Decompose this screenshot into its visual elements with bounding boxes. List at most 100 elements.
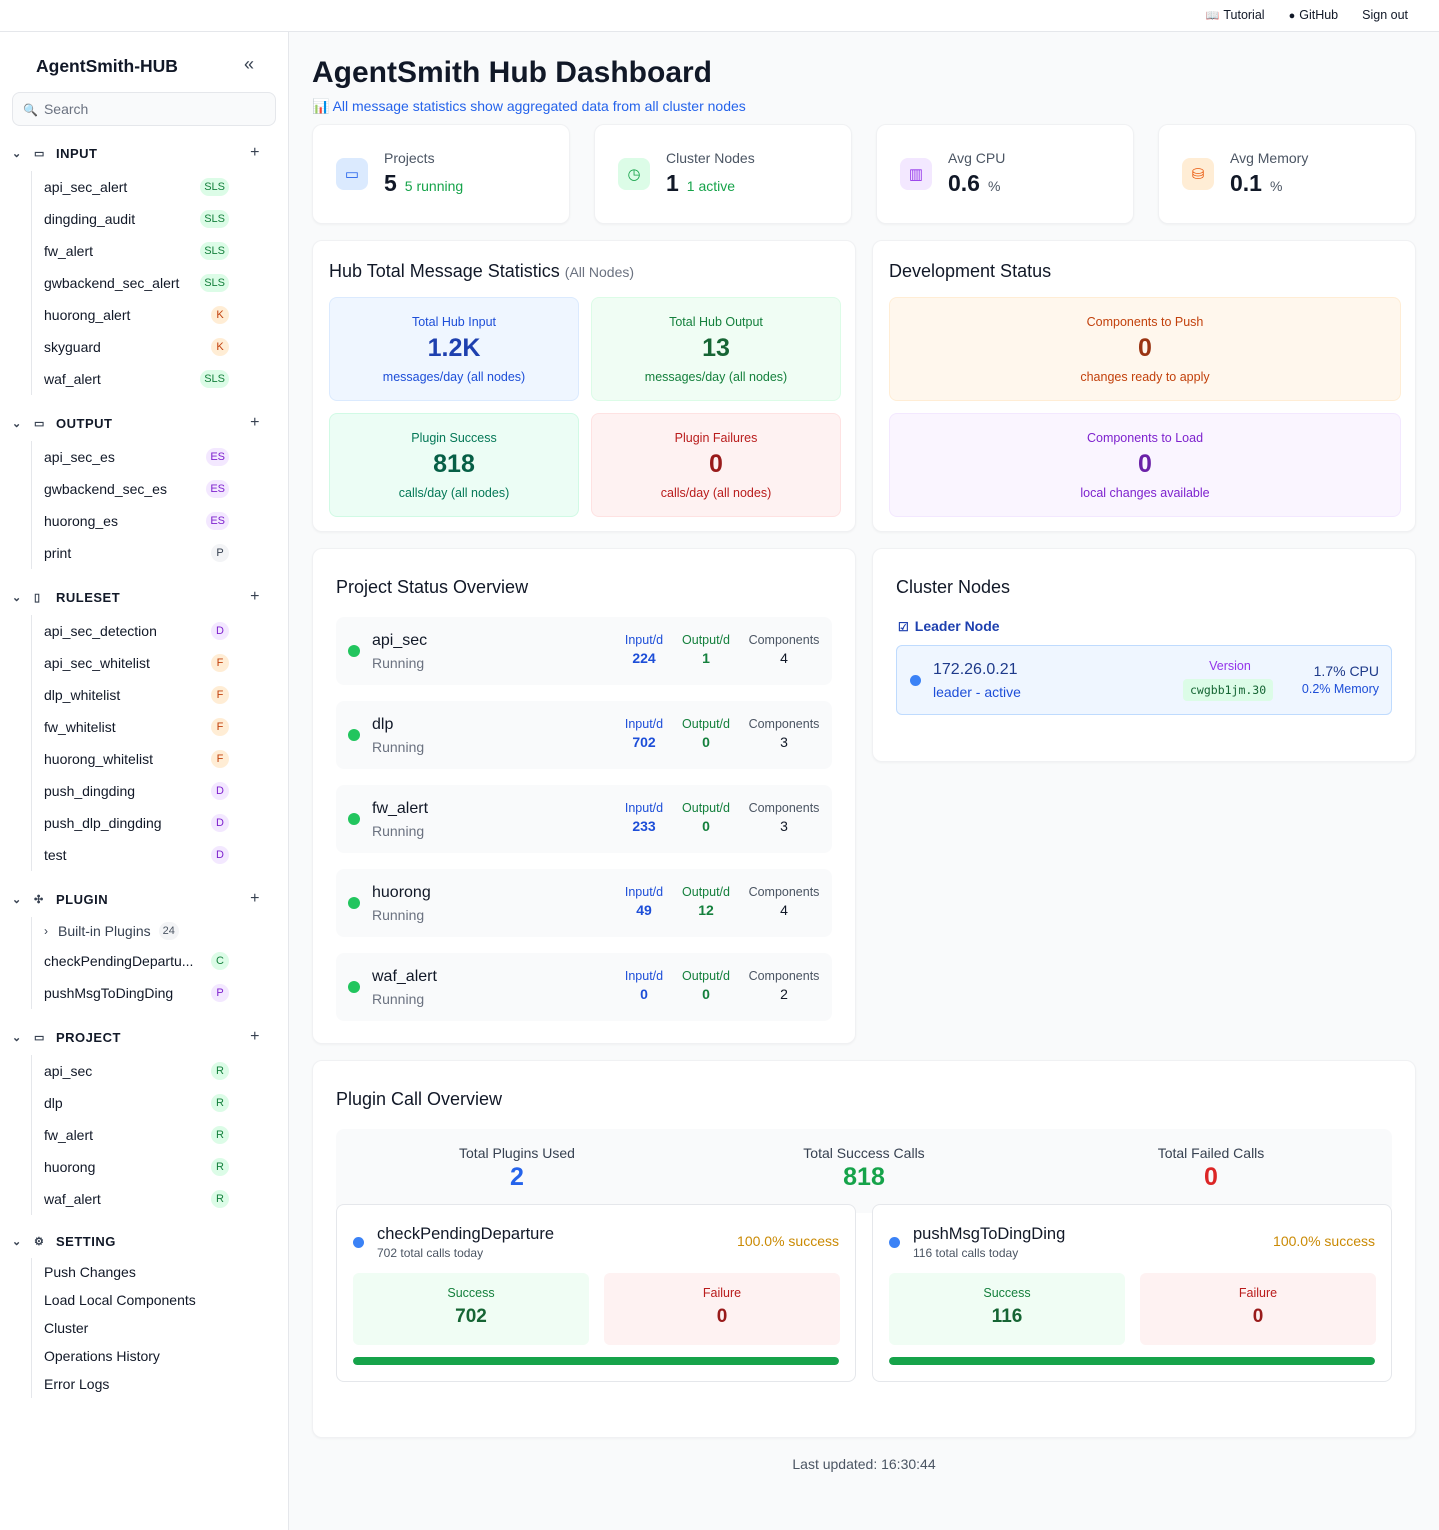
item-label: skyguard [44,339,101,355]
col-label: Components [748,969,820,983]
project-name: huorong [372,884,431,901]
type-badge: SLS [200,274,229,292]
github-link[interactable]: ● GitHub [1289,8,1339,22]
section-header-ruleset[interactable]: ⌄ ▯ RULESET + [12,585,278,609]
section-input: ⌄ ▭ INPUT + api_sec_alert SLS dingding_au… [12,141,278,395]
sidebar-item-output[interactable]: gwbackend_sec_es ES [32,473,278,505]
tile-label: Components to Push [1086,315,1204,329]
add-plugin-button[interactable]: + [250,890,260,908]
sidebar-item-input[interactable]: huorong_alert K [32,299,278,331]
add-ruleset-button[interactable]: + [250,588,260,606]
plugin-stat-card[interactable]: pushMsgToDingDing 116 total calls today 10… [872,1204,1392,1382]
sidebar-item-ruleset[interactable]: push_dingding D [32,775,278,807]
project-name: dlp [372,716,394,733]
section-header-project[interactable]: ⌄ ▭ PROJECT + [12,1025,278,1049]
sidebar-item-push-changes[interactable]: Push Changes [32,1258,278,1286]
col-value: 2 [780,986,788,1002]
sidebar-item-project[interactable]: dlp R [32,1087,278,1119]
sidebar-item-output[interactable]: print P [32,537,278,569]
col-label: Output/d [682,801,730,815]
leader-node-row[interactable]: 172.26.0.21 leader - active Version cwgb… [896,645,1392,715]
add-project-button[interactable]: + [250,1028,260,1046]
section-header-plugin[interactable]: ⌄ ✣ PLUGIN + [12,887,278,911]
sidebar-item-ruleset[interactable]: api_sec_detection D [32,615,278,647]
sidebar-item-ruleset[interactable]: test D [32,839,278,871]
sidebar-item-project[interactable]: waf_alert R [32,1183,278,1215]
plugin-total-calls: 116 total calls today [913,1246,1018,1260]
node-memory: 0.2% Memory [1301,682,1379,696]
sidebar-item-project[interactable]: fw_alert R [32,1119,278,1151]
sidebar-item-output[interactable]: api_sec_es ES [32,441,278,473]
sidebar-item-output[interactable]: huorong_es ES [32,505,278,537]
section-title: OUTPUT [56,415,113,431]
sidebar-item-project[interactable]: huorong R [32,1151,278,1183]
bar-chart-icon: ▥ [900,158,932,190]
tutorial-link[interactable]: 📖 Tutorial [1206,8,1265,22]
stat-number: 5 [384,170,397,196]
sidebar-item-load-local[interactable]: Load Local Components [32,1286,278,1314]
sidebar-item-input[interactable]: api_sec_alert SLS [32,171,278,203]
col-value: 0 [702,734,710,750]
clock-icon: ◷ [618,158,650,190]
project-row[interactable]: waf_alert Running Input/d 0 Output/d 0 Compone… [336,953,832,1021]
tile-value: 818 [433,450,475,478]
output-per-day: Output/d 0 [666,717,746,750]
project-row[interactable]: dlp Running Input/d 702 Output/d 0 Components 3 [336,701,832,769]
section-ruleset: ⌄ ▯ RULESET + api_sec_detection D api_sec… [12,585,278,871]
project-row[interactable]: api_sec Running Input/d 224 Output/d 1 Compone… [336,617,832,685]
failure-value: 0 [716,1306,728,1327]
plugin-name: pushMsgToDingDing [913,1225,1066,1243]
components-count: Components 3 [744,801,824,834]
col-value: 0 [702,986,710,1002]
summary-value: 818 [843,1163,885,1191]
tile-label: Total Hub Input [411,315,497,329]
project-row[interactable]: fw_alert Running Input/d 233 Output/d 0 Compon… [336,785,832,853]
tile-components-to-load[interactable]: Components to Load 0 local changes avail… [889,413,1401,517]
type-badge: SLS [200,370,229,388]
stat-value: 1 1 active [666,170,735,197]
sidebar-item-input[interactable]: fw_alert SLS [32,235,278,267]
item-label: huorong_whitelist [44,751,153,767]
sidebar-item-plugin[interactable]: pushMsgToDingDing P [32,977,278,1009]
sidebar-item-error-logs[interactable]: Error Logs [32,1370,278,1398]
signout-link[interactable]: Sign out [1362,8,1408,22]
item-label: Built-in Plugins [58,923,151,939]
tile-label: Total Hub Output [669,315,763,329]
sidebar-item-input[interactable]: waf_alert SLS [32,363,278,395]
sidebar-item-operations-history[interactable]: Operations History [32,1342,278,1370]
item-label: dingding_audit [44,211,136,227]
project-row[interactable]: huorong Running Input/d 49 Output/d 12 Compone… [336,869,832,937]
sidebar-item-ruleset[interactable]: api_sec_whitelist F [32,647,278,679]
builtin-plugins-group[interactable]: › Built-in Plugins 24 [32,917,278,945]
status-dot [348,981,360,993]
total-value: 116 [913,1246,933,1260]
type-badge: P [211,984,229,1002]
chevron-down-icon: ⌄ [12,591,22,604]
section-header-input[interactable]: ⌄ ▭ INPUT + [12,141,278,165]
sidebar-item-input[interactable]: dingding_audit SLS [32,203,278,235]
plugin-stat-card[interactable]: checkPendingDeparture 702 total calls tod… [336,1204,856,1382]
col-label: Output/d [682,633,730,647]
sidebar-item-input[interactable]: skyguard K [32,331,278,363]
sidebar-item-ruleset[interactable]: push_dlp_dingding D [32,807,278,839]
clipboard-icon: ▯ [34,591,41,604]
status-dot [348,897,360,909]
tile-sub: changes ready to apply [1080,370,1210,384]
collapse-sidebar-icon[interactable]: « [244,54,254,75]
section-header-setting[interactable]: ⌄ ⚙ SETTING [12,1229,278,1253]
add-output-button[interactable]: + [250,414,260,432]
sidebar-item-plugin[interactable]: checkPendingDepartu... C [32,945,278,977]
section-header-output[interactable]: ⌄ ▭ OUTPUT + [12,411,278,435]
project-name: waf_alert [372,968,437,985]
search-input[interactable]: 🔍 Search [12,92,276,126]
sidebar-item-cluster[interactable]: Cluster [32,1314,278,1342]
tile-components-to-push[interactable]: Components to Push 0 changes ready to ap… [889,297,1401,401]
sidebar-item-ruleset[interactable]: huorong_whitelist F [32,743,278,775]
plugin-status-dot [889,1237,900,1248]
sidebar-item-ruleset[interactable]: fw_whitelist F [32,711,278,743]
sidebar-item-project[interactable]: api_sec R [32,1055,278,1087]
sidebar-item-input[interactable]: gwbackend_sec_alert SLS [32,267,278,299]
failure-box: Failure 0 [604,1273,840,1345]
sidebar-item-ruleset[interactable]: dlp_whitelist F [32,679,278,711]
add-input-button[interactable]: + [250,144,260,162]
